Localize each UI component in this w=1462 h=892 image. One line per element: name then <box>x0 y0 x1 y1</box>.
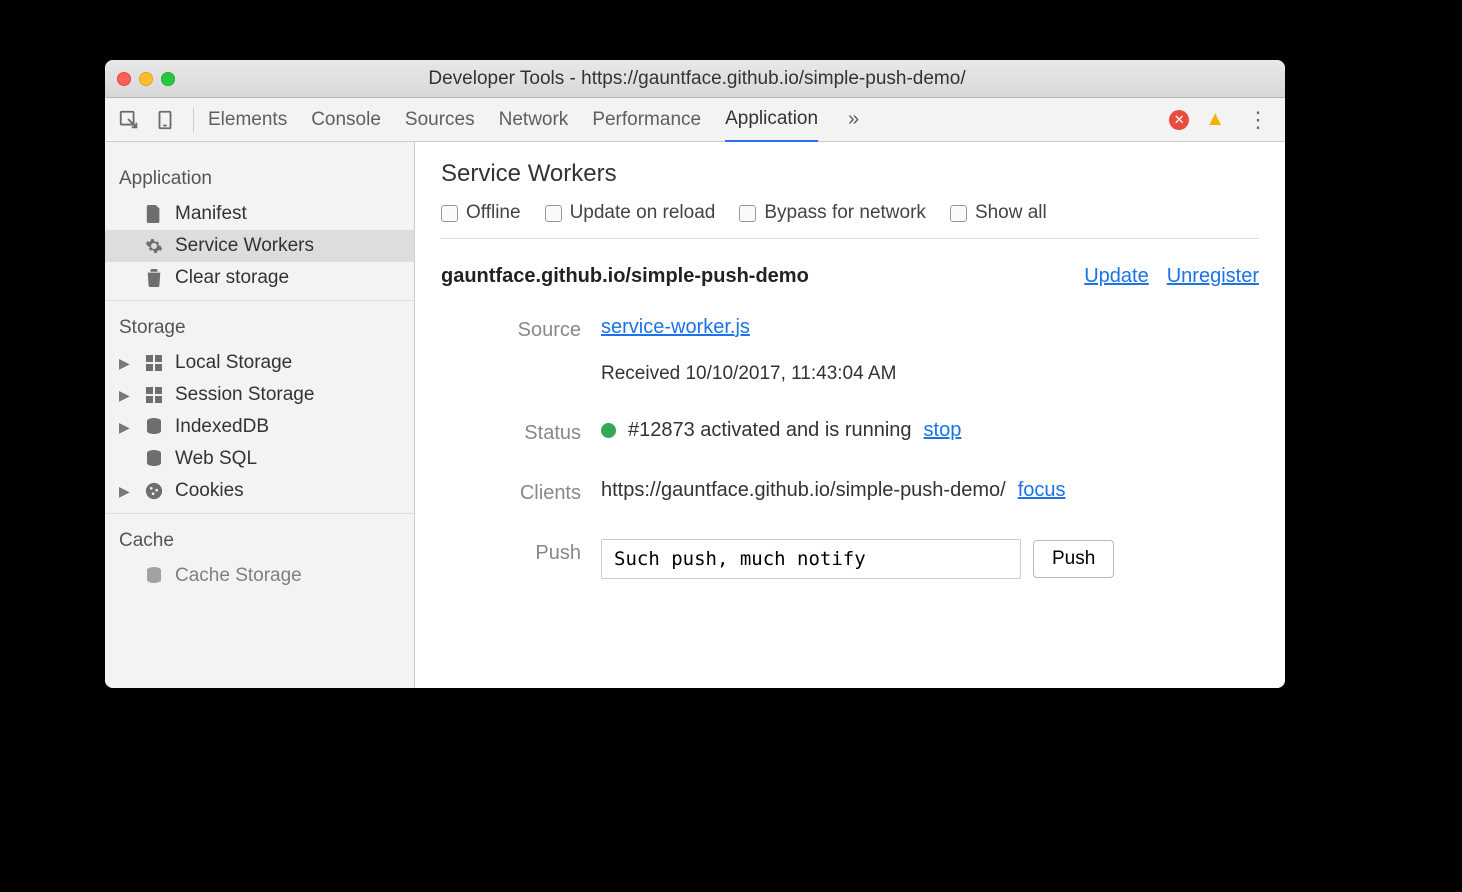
checkbox-label: Update on reload <box>570 202 716 224</box>
row-label: Push <box>441 539 601 565</box>
source-file-link[interactable]: service-worker.js <box>601 316 750 338</box>
checkbox-icon[interactable] <box>739 205 756 222</box>
sidebar-section-storage: Storage ▶ Local Storage ▶ Session Storag… <box>105 301 414 514</box>
sidebar-item-web-sql[interactable]: Web SQL <box>105 443 414 475</box>
sidebar-item-clear-storage[interactable]: Clear storage <box>105 262 414 294</box>
push-input[interactable] <box>601 539 1021 579</box>
service-workers-panel: Service Workers Offline Update on reload… <box>415 142 1285 688</box>
tab-performance[interactable]: Performance <box>592 99 701 141</box>
sidebar-item-label: Service Workers <box>175 235 314 257</box>
focus-link[interactable]: focus <box>1018 479 1066 502</box>
sidebar-item-session-storage[interactable]: ▶ Session Storage <box>105 379 414 411</box>
checkbox-label: Offline <box>466 202 521 224</box>
grid-icon <box>143 355 165 371</box>
more-tabs-button[interactable]: » <box>842 108 865 131</box>
expand-icon[interactable]: ▶ <box>119 355 133 372</box>
client-url: https://gauntface.github.io/simple-push-… <box>601 479 1006 502</box>
scope-actions: Update Unregister <box>1084 265 1259 288</box>
panel-body: Application Manifest Service Workers Cle… <box>105 142 1285 688</box>
sidebar-item-label: Manifest <box>175 203 247 225</box>
sidebar-heading: Application <box>105 158 414 198</box>
push-button[interactable]: Push <box>1033 540 1114 578</box>
database-icon <box>143 450 165 468</box>
panel-tabs: Elements Console Sources Network Perform… <box>208 98 865 141</box>
stop-link[interactable]: stop <box>924 419 962 442</box>
expand-icon[interactable]: ▶ <box>119 483 133 500</box>
application-sidebar: Application Manifest Service Workers Cle… <box>105 142 415 688</box>
gear-icon <box>143 237 165 255</box>
sidebar-heading: Cache <box>105 520 414 560</box>
checkbox-label: Show all <box>975 202 1047 224</box>
separator <box>193 108 194 132</box>
sidebar-item-label: Cookies <box>175 480 244 502</box>
sidebar-section-cache: Cache Cache Storage <box>105 514 414 598</box>
error-badge-icon[interactable]: ✕ <box>1169 110 1189 130</box>
trash-icon <box>143 269 165 287</box>
sidebar-item-label: Clear storage <box>175 267 289 289</box>
window-title: Developer Tools - https://gauntface.gith… <box>121 68 1273 90</box>
panel-header: Service Workers Offline Update on reload… <box>415 142 1285 245</box>
sidebar-item-indexeddb[interactable]: ▶ IndexedDB <box>105 411 414 443</box>
sidebar-item-label: Cache Storage <box>175 565 302 587</box>
cookie-icon <box>143 482 165 500</box>
checkbox-show-all[interactable]: Show all <box>950 202 1047 224</box>
tab-console[interactable]: Console <box>311 99 381 141</box>
device-toggle-icon[interactable] <box>151 106 179 134</box>
tab-application[interactable]: Application <box>725 98 818 143</box>
sidebar-item-local-storage[interactable]: ▶ Local Storage <box>105 347 414 379</box>
sidebar-item-cookies[interactable]: ▶ Cookies <box>105 475 414 507</box>
toolbar-right: ✕ ▲ ⋮ <box>1169 107 1275 133</box>
row-label: Source <box>441 316 601 342</box>
received-text: Received 10/10/2017, 11:43:04 AM <box>601 363 896 385</box>
warning-icon[interactable]: ▲ <box>1205 108 1225 131</box>
sidebar-item-label: Local Storage <box>175 352 292 374</box>
database-icon <box>143 567 165 585</box>
grid-icon <box>143 387 165 403</box>
sidebar-item-label: Session Storage <box>175 384 314 406</box>
options-row: Offline Update on reload Bypass for netw… <box>441 202 1259 239</box>
tab-sources[interactable]: Sources <box>405 99 475 141</box>
clients-row: Clients https://gauntface.github.io/simp… <box>441 471 1259 513</box>
file-icon <box>143 205 165 223</box>
status-dot-icon <box>601 423 616 438</box>
sidebar-item-cache-storage[interactable]: Cache Storage <box>105 560 414 592</box>
checkbox-label: Bypass for network <box>764 202 926 224</box>
database-icon <box>143 418 165 436</box>
tab-network[interactable]: Network <box>499 99 569 141</box>
sidebar-item-label: IndexedDB <box>175 416 269 438</box>
expand-icon[interactable]: ▶ <box>119 387 133 404</box>
titlebar: Developer Tools - https://gauntface.gith… <box>105 60 1285 98</box>
sidebar-item-service-workers[interactable]: Service Workers <box>105 230 414 262</box>
row-label: Clients <box>441 479 601 505</box>
panel-title: Service Workers <box>441 160 1259 188</box>
update-link[interactable]: Update <box>1084 265 1149 288</box>
settings-menu-icon[interactable]: ⋮ <box>1241 107 1275 133</box>
expand-icon[interactable]: ▶ <box>119 419 133 436</box>
status-text: #12873 activated and is running <box>628 419 912 442</box>
sidebar-item-label: Web SQL <box>175 448 257 470</box>
checkbox-update-on-reload[interactable]: Update on reload <box>545 202 716 224</box>
row-label: Status <box>441 419 601 445</box>
checkbox-offline[interactable]: Offline <box>441 202 521 224</box>
checkbox-bypass-for-network[interactable]: Bypass for network <box>739 202 926 224</box>
push-row: Push Push <box>441 531 1259 587</box>
unregister-link[interactable]: Unregister <box>1167 265 1259 288</box>
sidebar-heading: Storage <box>105 307 414 347</box>
devtools-toolbar: Elements Console Sources Network Perform… <box>105 98 1285 142</box>
tab-elements[interactable]: Elements <box>208 99 287 141</box>
source-row: Source service-worker.js Received 10/10/… <box>441 308 1259 393</box>
sidebar-item-manifest[interactable]: Manifest <box>105 198 414 230</box>
checkbox-icon[interactable] <box>441 205 458 222</box>
scope-row: gauntface.github.io/simple-push-demo Upd… <box>415 245 1285 308</box>
status-row: Status #12873 activated and is running s… <box>441 411 1259 453</box>
checkbox-icon[interactable] <box>950 205 967 222</box>
inspect-element-icon[interactable] <box>115 106 143 134</box>
checkbox-icon[interactable] <box>545 205 562 222</box>
sidebar-section-application: Application Manifest Service Workers Cle… <box>105 152 414 301</box>
devtools-window: Developer Tools - https://gauntface.gith… <box>105 60 1285 688</box>
worker-details: Source service-worker.js Received 10/10/… <box>415 308 1285 587</box>
scope-name: gauntface.github.io/simple-push-demo <box>441 265 1084 288</box>
